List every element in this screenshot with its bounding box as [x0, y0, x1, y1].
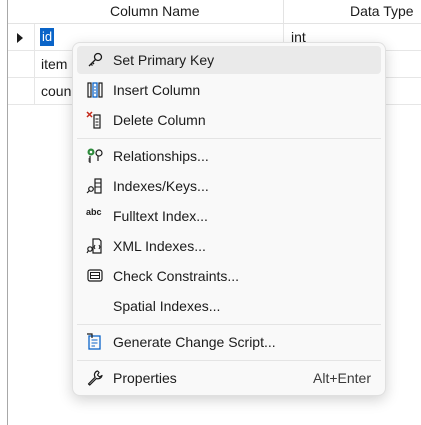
current-row-arrow-icon: [17, 33, 23, 43]
xml-indexes-icon: [86, 237, 104, 255]
menu-separator: [77, 138, 381, 139]
column-name-cell-editing[interactable]: id: [40, 28, 55, 46]
menu-item-check-constraints[interactable]: Check Constraints...: [77, 262, 381, 290]
menu-item-label: Delete Column: [113, 112, 206, 128]
menu-item-label: Check Constraints...: [113, 268, 240, 284]
menu-item-delete-column[interactable]: Delete Column: [77, 106, 381, 134]
grid-header-row: Column Name Data Type: [8, 0, 421, 24]
row-selector[interactable]: [8, 78, 35, 104]
column-name-cell[interactable]: coun: [41, 83, 71, 99]
header-separator: [283, 0, 284, 23]
menu-item-label: Indexes/Keys...: [113, 178, 209, 194]
data-type-header[interactable]: Data Type: [350, 3, 414, 19]
menu-item-label: Relationships...: [113, 148, 209, 164]
menu-item-label: XML Indexes...: [113, 238, 206, 254]
column-name-header[interactable]: Column Name: [110, 3, 199, 19]
fulltext-icon-text: abc: [86, 207, 102, 217]
menu-item-generate-change-script[interactable]: Generate Change Script...: [77, 328, 381, 356]
menu-item-set-primary-key[interactable]: Set Primary Key: [77, 46, 381, 74]
menu-separator: [77, 360, 381, 361]
relationships-icon: [86, 147, 104, 165]
menu-item-xml-indexes[interactable]: XML Indexes...: [77, 232, 381, 260]
wrench-icon: [86, 369, 104, 387]
row-selector[interactable]: [8, 24, 35, 50]
fulltext-index-icon: abc: [86, 207, 104, 225]
generate-script-icon: [86, 333, 104, 351]
row-selector[interactable]: [8, 51, 35, 77]
menu-item-fulltext-index[interactable]: abc Fulltext Index...: [77, 202, 381, 230]
menu-item-label: Spatial Indexes...: [113, 298, 221, 314]
key-icon: [86, 51, 104, 69]
column-name-cell[interactable]: item: [41, 56, 67, 72]
delete-column-icon: [86, 111, 104, 129]
menu-item-label: Set Primary Key: [113, 52, 215, 68]
menu-separator: [77, 324, 381, 325]
menu-item-properties[interactable]: Properties Alt+Enter: [77, 364, 381, 392]
shortcut-text: Alt+Enter: [313, 370, 371, 386]
menu-item-insert-column[interactable]: Insert Column: [77, 76, 381, 104]
menu-item-label: Generate Change Script...: [113, 334, 276, 350]
menu-item-label: Insert Column: [113, 82, 201, 98]
menu-item-spatial-indexes[interactable]: Spatial Indexes...: [77, 292, 381, 320]
context-menu: Set Primary Key Insert Column Delete Col…: [72, 42, 386, 396]
check-constraints-icon: [86, 267, 104, 285]
insert-column-icon: [86, 81, 104, 99]
menu-item-indexes-keys[interactable]: Indexes/Keys...: [77, 172, 381, 200]
menu-item-label: Properties: [113, 370, 177, 386]
indexes-keys-icon: [86, 177, 104, 195]
menu-item-label: Fulltext Index...: [113, 208, 208, 224]
menu-item-relationships[interactable]: Relationships...: [77, 142, 381, 170]
